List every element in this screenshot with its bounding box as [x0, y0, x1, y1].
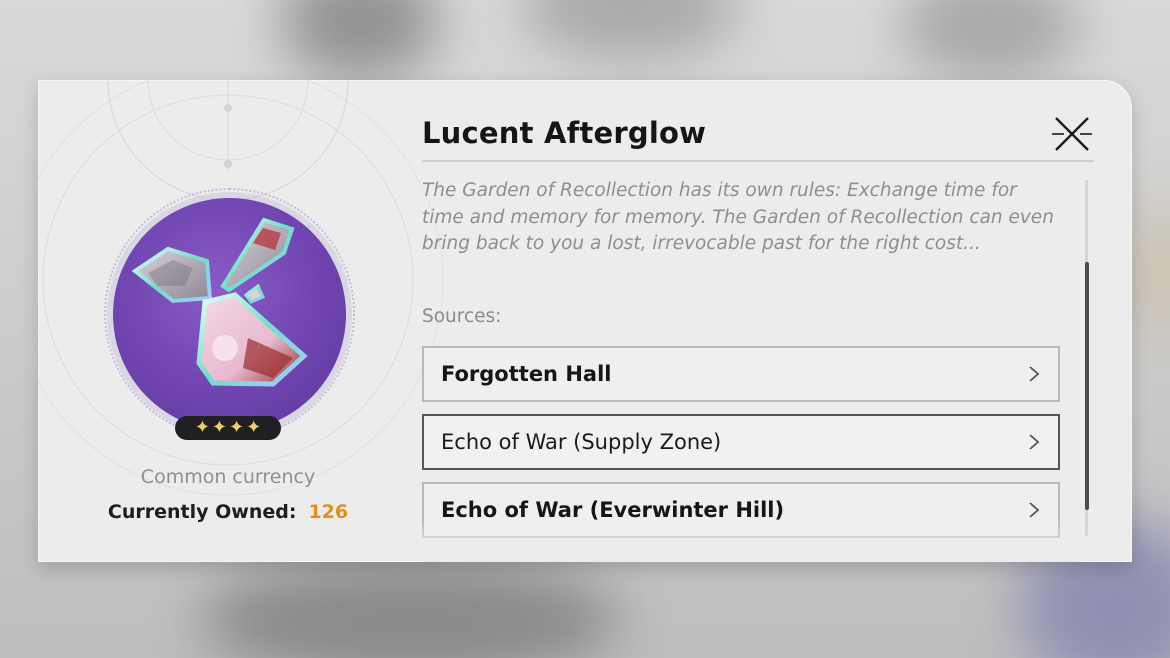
- title-divider: [422, 160, 1094, 162]
- source-label: Echo of War (Everwinter Hill): [441, 498, 785, 522]
- list-fade-overlay: [422, 520, 1082, 562]
- item-detail-dialog: ✦ ✦ ✦ ✦ Common currency Currently Owned:…: [38, 80, 1132, 562]
- source-echo-of-war-supply-zone[interactable]: Echo of War (Supply Zone): [422, 414, 1060, 470]
- chevron-right-icon: [1029, 502, 1040, 518]
- scrollbar-thumb[interactable]: [1085, 262, 1089, 510]
- star-icon: ✦: [194, 417, 210, 438]
- close-button[interactable]: [1050, 112, 1094, 156]
- sources-heading: Sources:: [422, 306, 502, 327]
- close-icon: [1052, 117, 1092, 151]
- chevron-right-icon: [1029, 366, 1040, 382]
- owned-count-row: Currently Owned: 126: [78, 501, 378, 523]
- item-title: Lucent Afterglow: [422, 116, 707, 150]
- owned-count: 126: [308, 501, 349, 523]
- source-forgotten-hall[interactable]: Forgotten Hall: [422, 346, 1060, 402]
- item-description: The Garden of Recollection has its own r…: [422, 180, 1054, 254]
- source-label: Echo of War (Supply Zone): [441, 430, 722, 454]
- star-icon: ✦: [229, 417, 245, 438]
- rarity-stars: ✦ ✦ ✦ ✦: [175, 416, 281, 440]
- star-icon: ✦: [246, 417, 262, 438]
- star-icon: ✦: [211, 417, 227, 438]
- chevron-right-icon: [1029, 434, 1040, 450]
- owned-label: Currently Owned:: [107, 501, 297, 523]
- lucent-afterglow-shards-icon: [131, 217, 308, 387]
- source-label: Forgotten Hall: [441, 362, 612, 386]
- item-icon: [113, 198, 346, 431]
- item-category: Common currency: [140, 466, 316, 488]
